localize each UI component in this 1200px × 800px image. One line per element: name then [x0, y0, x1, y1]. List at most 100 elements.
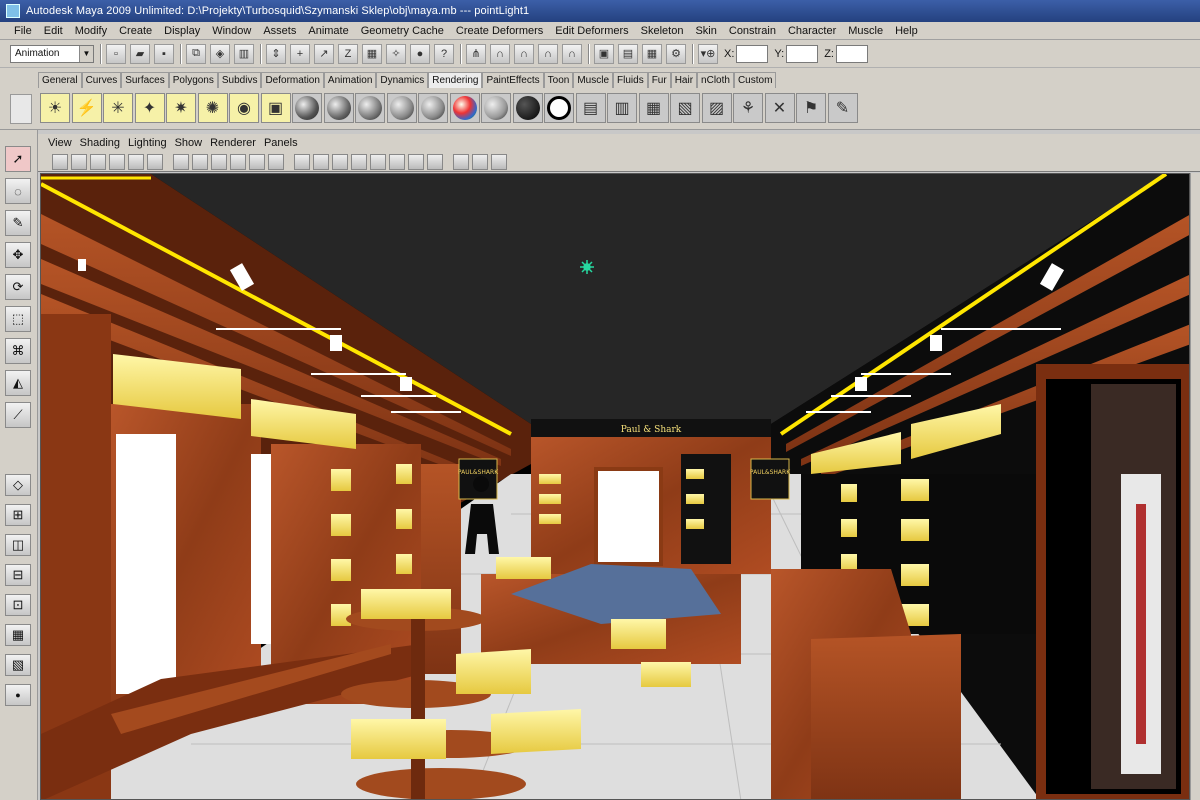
lock-camera-icon[interactable] [71, 154, 87, 170]
field-chart-icon[interactable] [230, 154, 246, 170]
resolution-gate-icon[interactable] [192, 154, 208, 170]
select-by-component-icon[interactable]: ▥ [234, 43, 254, 64]
layered-shader-icon[interactable] [418, 93, 448, 123]
four-view-layout-icon[interactable]: ⊞ [5, 504, 31, 526]
menu-item[interactable]: Edit Deformers [549, 25, 634, 37]
panel-menu-item[interactable]: Lighting [124, 137, 171, 149]
surface-shader-icon[interactable] [481, 93, 511, 123]
select-curves-icon[interactable]: Z [338, 43, 358, 64]
shelf-tab[interactable]: Custom [733, 72, 777, 88]
select-by-hierarchy-icon[interactable]: ⧉ [186, 43, 206, 64]
paint-icon[interactable]: ✎ [827, 93, 858, 123]
high-quality-icon[interactable] [491, 154, 507, 170]
ramp-shader-icon[interactable] [449, 93, 480, 123]
single-perspective-layout-icon[interactable]: ◇ [5, 474, 31, 496]
menu-item[interactable]: Modify [69, 25, 113, 37]
panel-menu-item[interactable]: Shading [76, 137, 124, 149]
select-joints-icon[interactable]: ↗ [314, 43, 334, 64]
safe-title-icon[interactable] [268, 154, 284, 170]
new-scene-icon[interactable]: ▫ [106, 43, 126, 64]
hardware-texturing-icon[interactable] [408, 154, 424, 170]
shelf-tab[interactable]: Subdivs [217, 72, 262, 88]
menu-item[interactable]: Create Deformers [450, 25, 549, 37]
show-manipulator-icon[interactable]: ⟋ [5, 402, 31, 428]
gate-mask-icon[interactable] [211, 154, 227, 170]
z-field[interactable] [835, 44, 868, 63]
menu-set-select[interactable]: Animation ▼ [10, 44, 94, 63]
break-link-icon[interactable]: ✕ [764, 93, 795, 123]
flat-shade-icon[interactable] [332, 154, 348, 170]
menu-item[interactable]: Display [158, 25, 206, 37]
directional-light-icon[interactable]: ⚡ [71, 93, 102, 123]
phonge-material-icon[interactable] [386, 93, 417, 123]
phong-material-icon[interactable] [355, 93, 385, 123]
lasso-tool-icon[interactable]: ◌ [5, 178, 31, 204]
point-light-locator[interactable] [580, 260, 594, 274]
pick-mask-icon[interactable]: ⇕ [266, 43, 286, 64]
select-handles-icon[interactable]: + [290, 43, 310, 64]
snap-to-point-icon[interactable]: ∩ [514, 43, 534, 64]
viewport-scrollbar[interactable] [1190, 173, 1200, 800]
shelf-tab[interactable]: Fluids [613, 72, 648, 88]
select-surfaces-icon[interactable]: ▦ [362, 43, 382, 64]
shelf-tab[interactable]: Deformation [261, 72, 324, 88]
y-field[interactable] [786, 44, 819, 63]
hypershade-layout-icon[interactable]: ⊡ [5, 594, 31, 616]
input-line-icon[interactable]: ▾⊕ [698, 43, 718, 64]
grid-icon[interactable] [147, 154, 163, 170]
shelf-tab[interactable]: Fur [647, 72, 671, 88]
wireframe-icon[interactable] [294, 154, 310, 170]
render-settings-icon[interactable]: ⚙ [666, 43, 686, 64]
smooth-shade-icon[interactable] [313, 154, 329, 170]
xray-icon[interactable] [453, 154, 469, 170]
lights-icon[interactable] [370, 154, 386, 170]
menu-item[interactable]: Animate [302, 25, 354, 37]
panel-menu-item[interactable]: View [44, 137, 76, 149]
menu-item[interactable]: Character [782, 25, 842, 37]
snap-to-curve-icon[interactable]: ∩ [490, 43, 510, 64]
image-plane-icon[interactable]: ▣ [260, 93, 291, 123]
ipr-render-icon[interactable]: ▦ [642, 43, 662, 64]
bookmarks-icon[interactable] [109, 154, 125, 170]
lambert-material-icon[interactable] [323, 93, 354, 123]
snap-to-plane-icon[interactable]: ∩ [538, 43, 558, 64]
menu-item[interactable]: Help [889, 25, 924, 37]
render-view-icon[interactable]: ▨ [701, 93, 732, 123]
xray-joints-icon[interactable] [472, 154, 488, 170]
rotate-tool-icon[interactable]: ⟳ [5, 274, 31, 300]
blinn-material-icon[interactable] [292, 93, 322, 123]
scale-tool-icon[interactable]: ⬚ [5, 306, 31, 332]
shelf-tab[interactable]: Muscle [573, 72, 614, 88]
soft-modification-icon[interactable]: ◭ [5, 370, 31, 396]
shelf-tab[interactable]: Dynamics [376, 72, 429, 88]
menu-item[interactable]: File [8, 25, 38, 37]
make-live-icon[interactable]: ∩ [562, 43, 582, 64]
shading-map-icon[interactable] [544, 93, 574, 123]
film-gate-icon[interactable] [173, 154, 189, 170]
select-by-object-icon[interactable]: ◈ [210, 43, 230, 64]
safe-action-icon[interactable] [249, 154, 265, 170]
persp-graph-layout-icon[interactable]: ⊟ [5, 564, 31, 586]
select-deformers-icon[interactable]: ✧ [386, 43, 406, 64]
shelf-tab[interactable]: Toon [543, 72, 574, 88]
persp-outliner-layout-icon[interactable]: ◫ [5, 534, 31, 556]
ambient-light-icon[interactable]: ☀ [40, 93, 70, 123]
menu-item[interactable]: Skin [689, 25, 722, 37]
menu-item[interactable]: Window [206, 25, 257, 37]
shelf-menu-icon[interactable] [10, 94, 32, 124]
snap-to-grid-icon[interactable]: ⋔ [466, 43, 486, 64]
camera-attributes-icon[interactable] [90, 154, 106, 170]
perspective-viewport[interactable]: Paul & Shark PAUL&SHARK PAUL&SHARK [40, 173, 1190, 800]
shelf-tab[interactable]: Rendering [428, 72, 483, 88]
make-link-icon[interactable]: ⚘ [733, 93, 763, 123]
hypershade-icon[interactable]: ▧ [670, 93, 700, 123]
use-background-icon[interactable] [512, 93, 543, 123]
spot-light-icon[interactable]: ✦ [134, 93, 165, 123]
shelf-tab[interactable]: Polygons [168, 72, 218, 88]
camera-icon[interactable]: ◉ [229, 93, 259, 123]
move-tool-icon[interactable]: ✥ [5, 242, 31, 268]
image-plane-icon[interactable] [128, 154, 144, 170]
select-dynamics-icon[interactable]: ● [410, 43, 430, 64]
ipr-render-icon[interactable]: ▥ [607, 93, 637, 123]
construction-history-icon[interactable]: ▣ [594, 43, 614, 64]
